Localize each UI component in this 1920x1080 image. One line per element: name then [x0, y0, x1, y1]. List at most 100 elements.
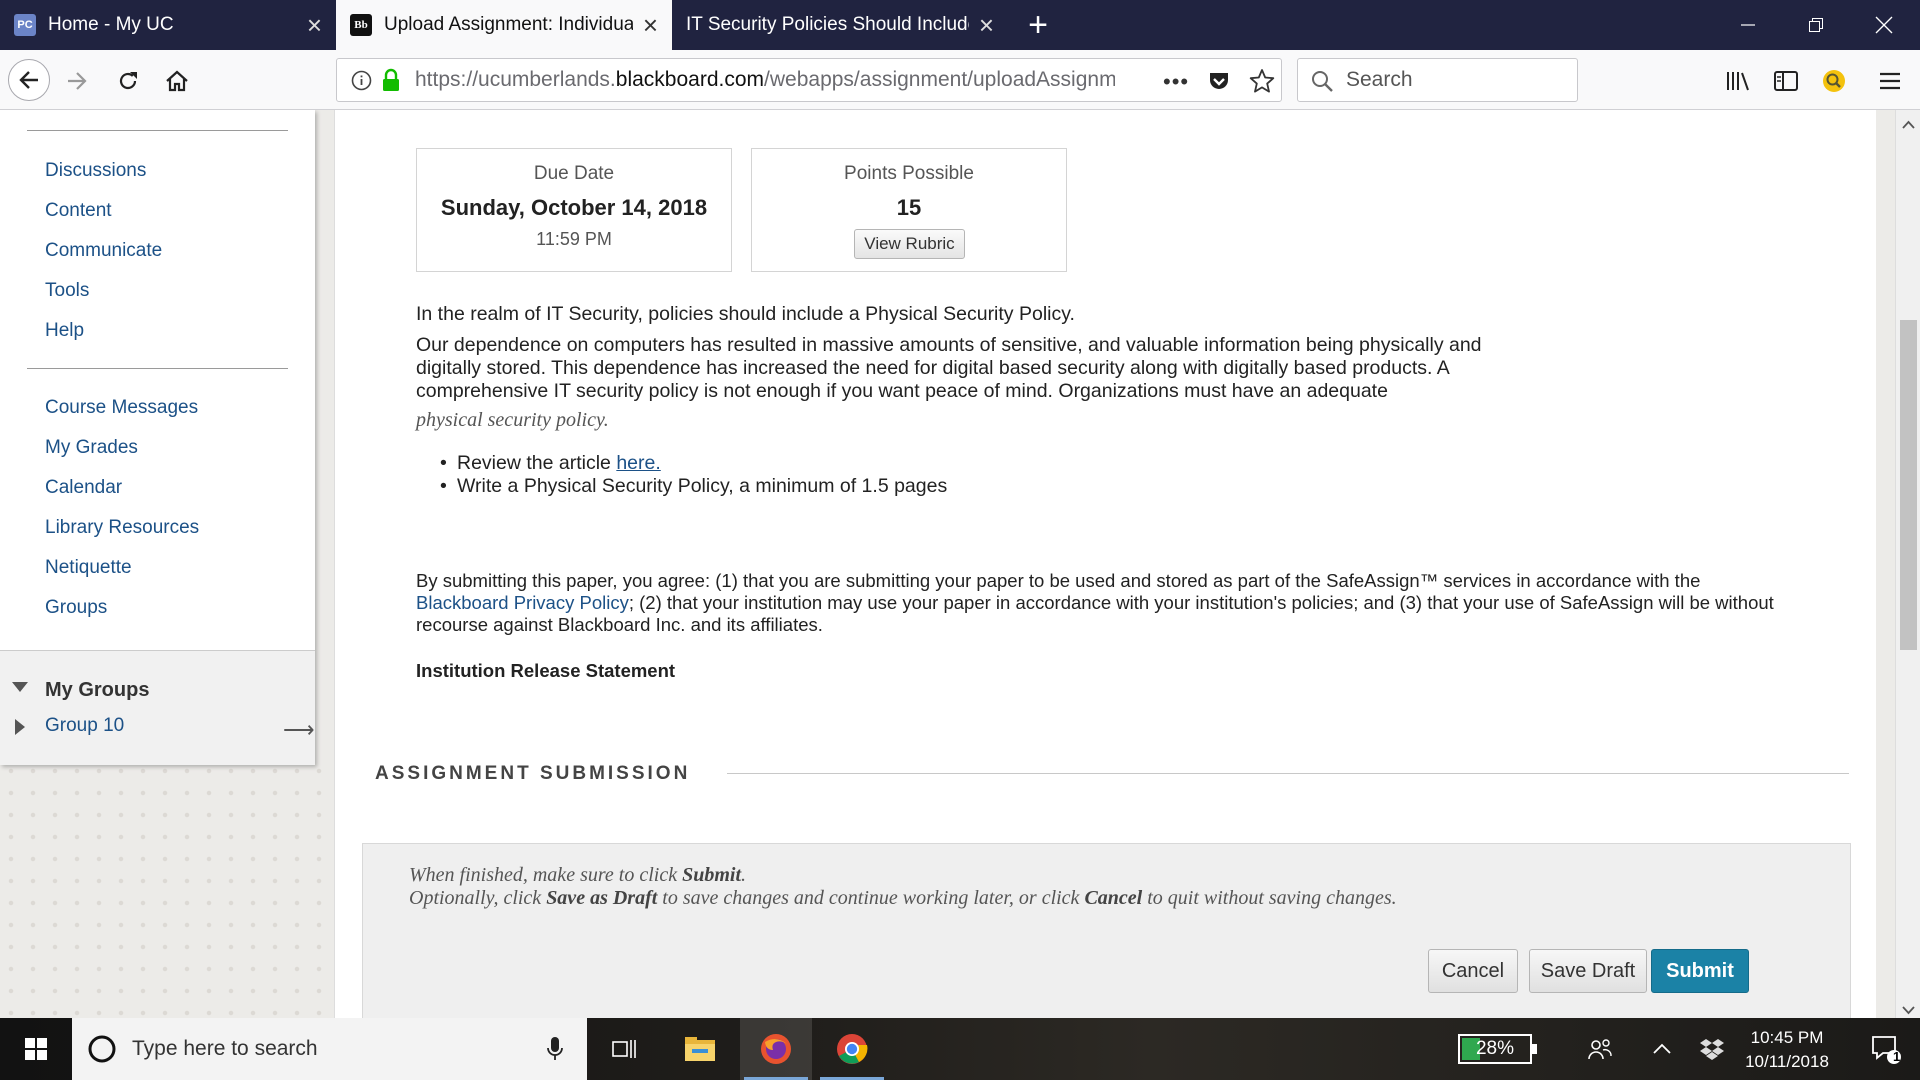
new-tab-plus-icon[interactable]: +	[1020, 6, 1056, 44]
close-tab-icon[interactable]: ×	[979, 12, 994, 38]
submit-button[interactable]: Submit	[1651, 949, 1749, 993]
microphone-icon[interactable]	[546, 1036, 564, 1067]
due-time-value: 11:59 PM	[536, 229, 612, 249]
save-draft-button[interactable]: Save Draft	[1529, 949, 1647, 993]
battery-percent: 28%	[1475, 1038, 1515, 1059]
extension-icon[interactable]	[1820, 67, 1848, 95]
my-groups-title[interactable]: My Groups	[45, 679, 149, 702]
bookmark-star-icon[interactable]	[1249, 68, 1275, 99]
points-possible-box: Points Possible 15 View Rubric	[751, 148, 1067, 272]
assignment-paragraph-line: Our dependence on computers has resulted…	[416, 334, 1482, 356]
tab-favicon: PC	[14, 14, 36, 36]
release-statement: Institution Release Statement	[416, 660, 676, 681]
close-window-icon[interactable]	[1850, 0, 1918, 50]
tab-it-security-policies[interactable]: IT Security Policies Should Include a ×	[672, 0, 1008, 50]
privacy-policy-link[interactable]: Blackboard Privacy Policy	[416, 592, 629, 613]
people-icon[interactable]	[1570, 1018, 1630, 1080]
action-center-notification-icon[interactable]: 1	[1856, 1018, 1916, 1080]
library-icon[interactable]	[1724, 68, 1752, 94]
course-menu: Discussions Content Communicate Tools He…	[0, 110, 315, 765]
home-icon[interactable]	[162, 66, 192, 96]
pocket-icon[interactable]	[1207, 69, 1231, 98]
hamburger-menu-icon[interactable]	[1876, 68, 1904, 94]
submission-instructions: When finished, make sure to click Submit…	[409, 864, 1397, 909]
show-hidden-icons-chevron-icon[interactable]	[1634, 1018, 1690, 1080]
vertical-scrollbar[interactable]	[1895, 110, 1920, 1018]
article-link[interactable]: here.	[616, 452, 660, 474]
page-viewport: Discussions Content Communicate Tools He…	[0, 110, 1920, 1018]
main-content: Due Date Sunday, October 14, 2018 11:59 …	[334, 110, 1876, 1018]
secure-lock-icon[interactable]	[381, 68, 401, 97]
collapse-triangle-icon[interactable]	[12, 681, 28, 699]
list-item: Review the article here.	[440, 452, 661, 475]
tab-upload-assignment[interactable]: Bb Upload Assignment: Individual ×	[336, 0, 672, 50]
sidebar-item-help[interactable]: Help	[45, 320, 84, 342]
assignment-paragraph-end: physical security policy.	[416, 409, 609, 431]
submission-panel: When finished, make sure to click Submit…	[362, 843, 1851, 1018]
page-actions-menu-icon[interactable]: •••	[1163, 69, 1189, 95]
sidebar-item-discussions[interactable]: Discussions	[45, 160, 146, 182]
assignment-paragraph-line: comprehensive IT security policy is not …	[416, 380, 1388, 402]
background-pattern	[0, 760, 334, 1018]
task-view-icon[interactable]	[588, 1018, 660, 1080]
sidebar-item-course-messages[interactable]: Course Messages	[45, 397, 198, 419]
divider	[27, 368, 288, 369]
clock-date: 10/11/2018	[1745, 1052, 1829, 1071]
list-item: Write a Physical Security Policy, a mini…	[440, 475, 947, 498]
clock-time: 10:45 PM	[1750, 1028, 1824, 1047]
windows-taskbar: Type here to search 28% 10:45 PM 10/11/2…	[0, 1018, 1920, 1080]
scroll-down-arrow-icon[interactable]	[1902, 1002, 1915, 1018]
tab-home-my-uc[interactable]: PC Home - My UC ×	[0, 0, 336, 50]
sidebar-item-tools[interactable]: Tools	[45, 280, 89, 302]
close-tab-icon[interactable]: ×	[643, 12, 658, 38]
chrome-icon[interactable]	[816, 1018, 888, 1080]
battery-indicator[interactable]: 28%	[1458, 1034, 1537, 1064]
expand-triangle-icon[interactable]	[15, 719, 25, 740]
sidebar-item-netiquette[interactable]: Netiquette	[45, 557, 132, 579]
assignment-paragraph-line: digitally stored. This dependence has in…	[416, 357, 1450, 379]
windows-start-icon[interactable]	[0, 1018, 72, 1080]
file-explorer-icon[interactable]	[664, 1018, 736, 1080]
cortana-circle-icon	[86, 1033, 118, 1070]
taskbar-clock[interactable]: 10:45 PM 10/11/2018	[1728, 1026, 1846, 1074]
cancel-button[interactable]: Cancel	[1428, 949, 1518, 993]
tab-title: Upload Assignment: Individual	[384, 14, 633, 35]
scroll-up-arrow-icon[interactable]	[1902, 116, 1915, 134]
my-groups-panel: My Groups Group 10 ⟶	[0, 650, 315, 765]
view-rubric-button[interactable]: View Rubric	[854, 229, 965, 259]
forward-arrow-icon[interactable]	[64, 68, 90, 94]
tab-title: IT Security Policies Should Include a	[686, 14, 969, 35]
group-arrow-icon[interactable]: ⟶	[283, 717, 315, 743]
section-divider	[727, 773, 1849, 774]
reload-icon[interactable]	[114, 67, 142, 95]
sidebar-item-groups[interactable]: Groups	[45, 597, 107, 619]
sidebar-item-calendar[interactable]: Calendar	[45, 477, 122, 499]
search-icon	[1310, 69, 1334, 98]
minimize-window-icon[interactable]	[1714, 0, 1782, 50]
section-title: ASSIGNMENT SUBMISSION	[375, 763, 691, 784]
sidebar-item-library-resources[interactable]: Library Resources	[45, 517, 199, 539]
browser-tab-strip: PC Home - My UC × Bb Upload Assignment: …	[0, 0, 1920, 50]
taskbar-search-placeholder: Type here to search	[132, 1037, 318, 1060]
blackboard-favicon: Bb	[350, 14, 372, 36]
sidebar-item-content[interactable]: Content	[45, 200, 112, 222]
scrollbar-thumb[interactable]	[1900, 320, 1917, 650]
restore-window-icon[interactable]	[1782, 0, 1850, 50]
url-text[interactable]: https://ucumberlands.blackboard.com/weba…	[415, 59, 1115, 101]
taskbar-search-box[interactable]: Type here to search	[72, 1018, 587, 1080]
browser-toolbar: https://ucumberlands.blackboard.com/weba…	[0, 50, 1920, 110]
group-link[interactable]: Group 10	[45, 715, 124, 737]
info-icon[interactable]	[351, 70, 372, 96]
close-tab-icon[interactable]: ×	[307, 12, 322, 38]
due-date-value: Sunday, October 14, 2018	[440, 195, 708, 220]
battery-tip	[1532, 1044, 1537, 1054]
sidebar-item-communicate[interactable]: Communicate	[45, 240, 162, 262]
sidebar-item-my-grades[interactable]: My Grades	[45, 437, 138, 459]
sidebar-toggle-icon[interactable]	[1772, 68, 1800, 94]
firefox-icon[interactable]	[740, 1018, 812, 1080]
points-label: Points Possible	[844, 163, 974, 184]
back-arrow-icon[interactable]	[8, 59, 50, 101]
address-bar[interactable]: https://ucumberlands.blackboard.com/weba…	[336, 58, 1282, 102]
search-input[interactable]: Search	[1297, 58, 1578, 102]
divider	[27, 130, 288, 131]
